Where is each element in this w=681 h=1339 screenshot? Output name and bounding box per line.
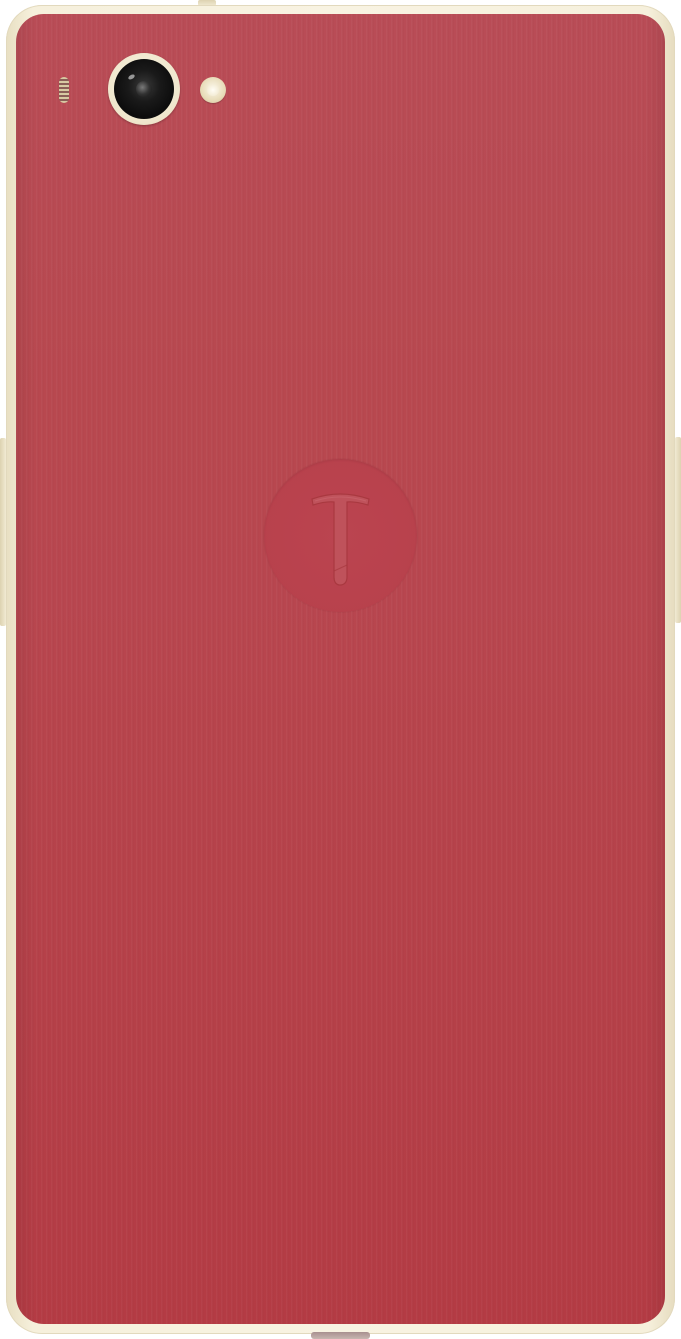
right-side-button[interactable] <box>675 437 681 623</box>
logo-mark <box>311 493 370 586</box>
microphone-grill-icon <box>59 77 69 103</box>
back-panel <box>16 14 665 1324</box>
camera-icon <box>108 53 180 125</box>
device-back-view <box>0 0 681 1339</box>
charging-port <box>311 1332 370 1339</box>
camera-lens <box>114 59 174 119</box>
hammer-t-logo-icon <box>264 459 417 612</box>
flash-icon <box>200 77 226 103</box>
